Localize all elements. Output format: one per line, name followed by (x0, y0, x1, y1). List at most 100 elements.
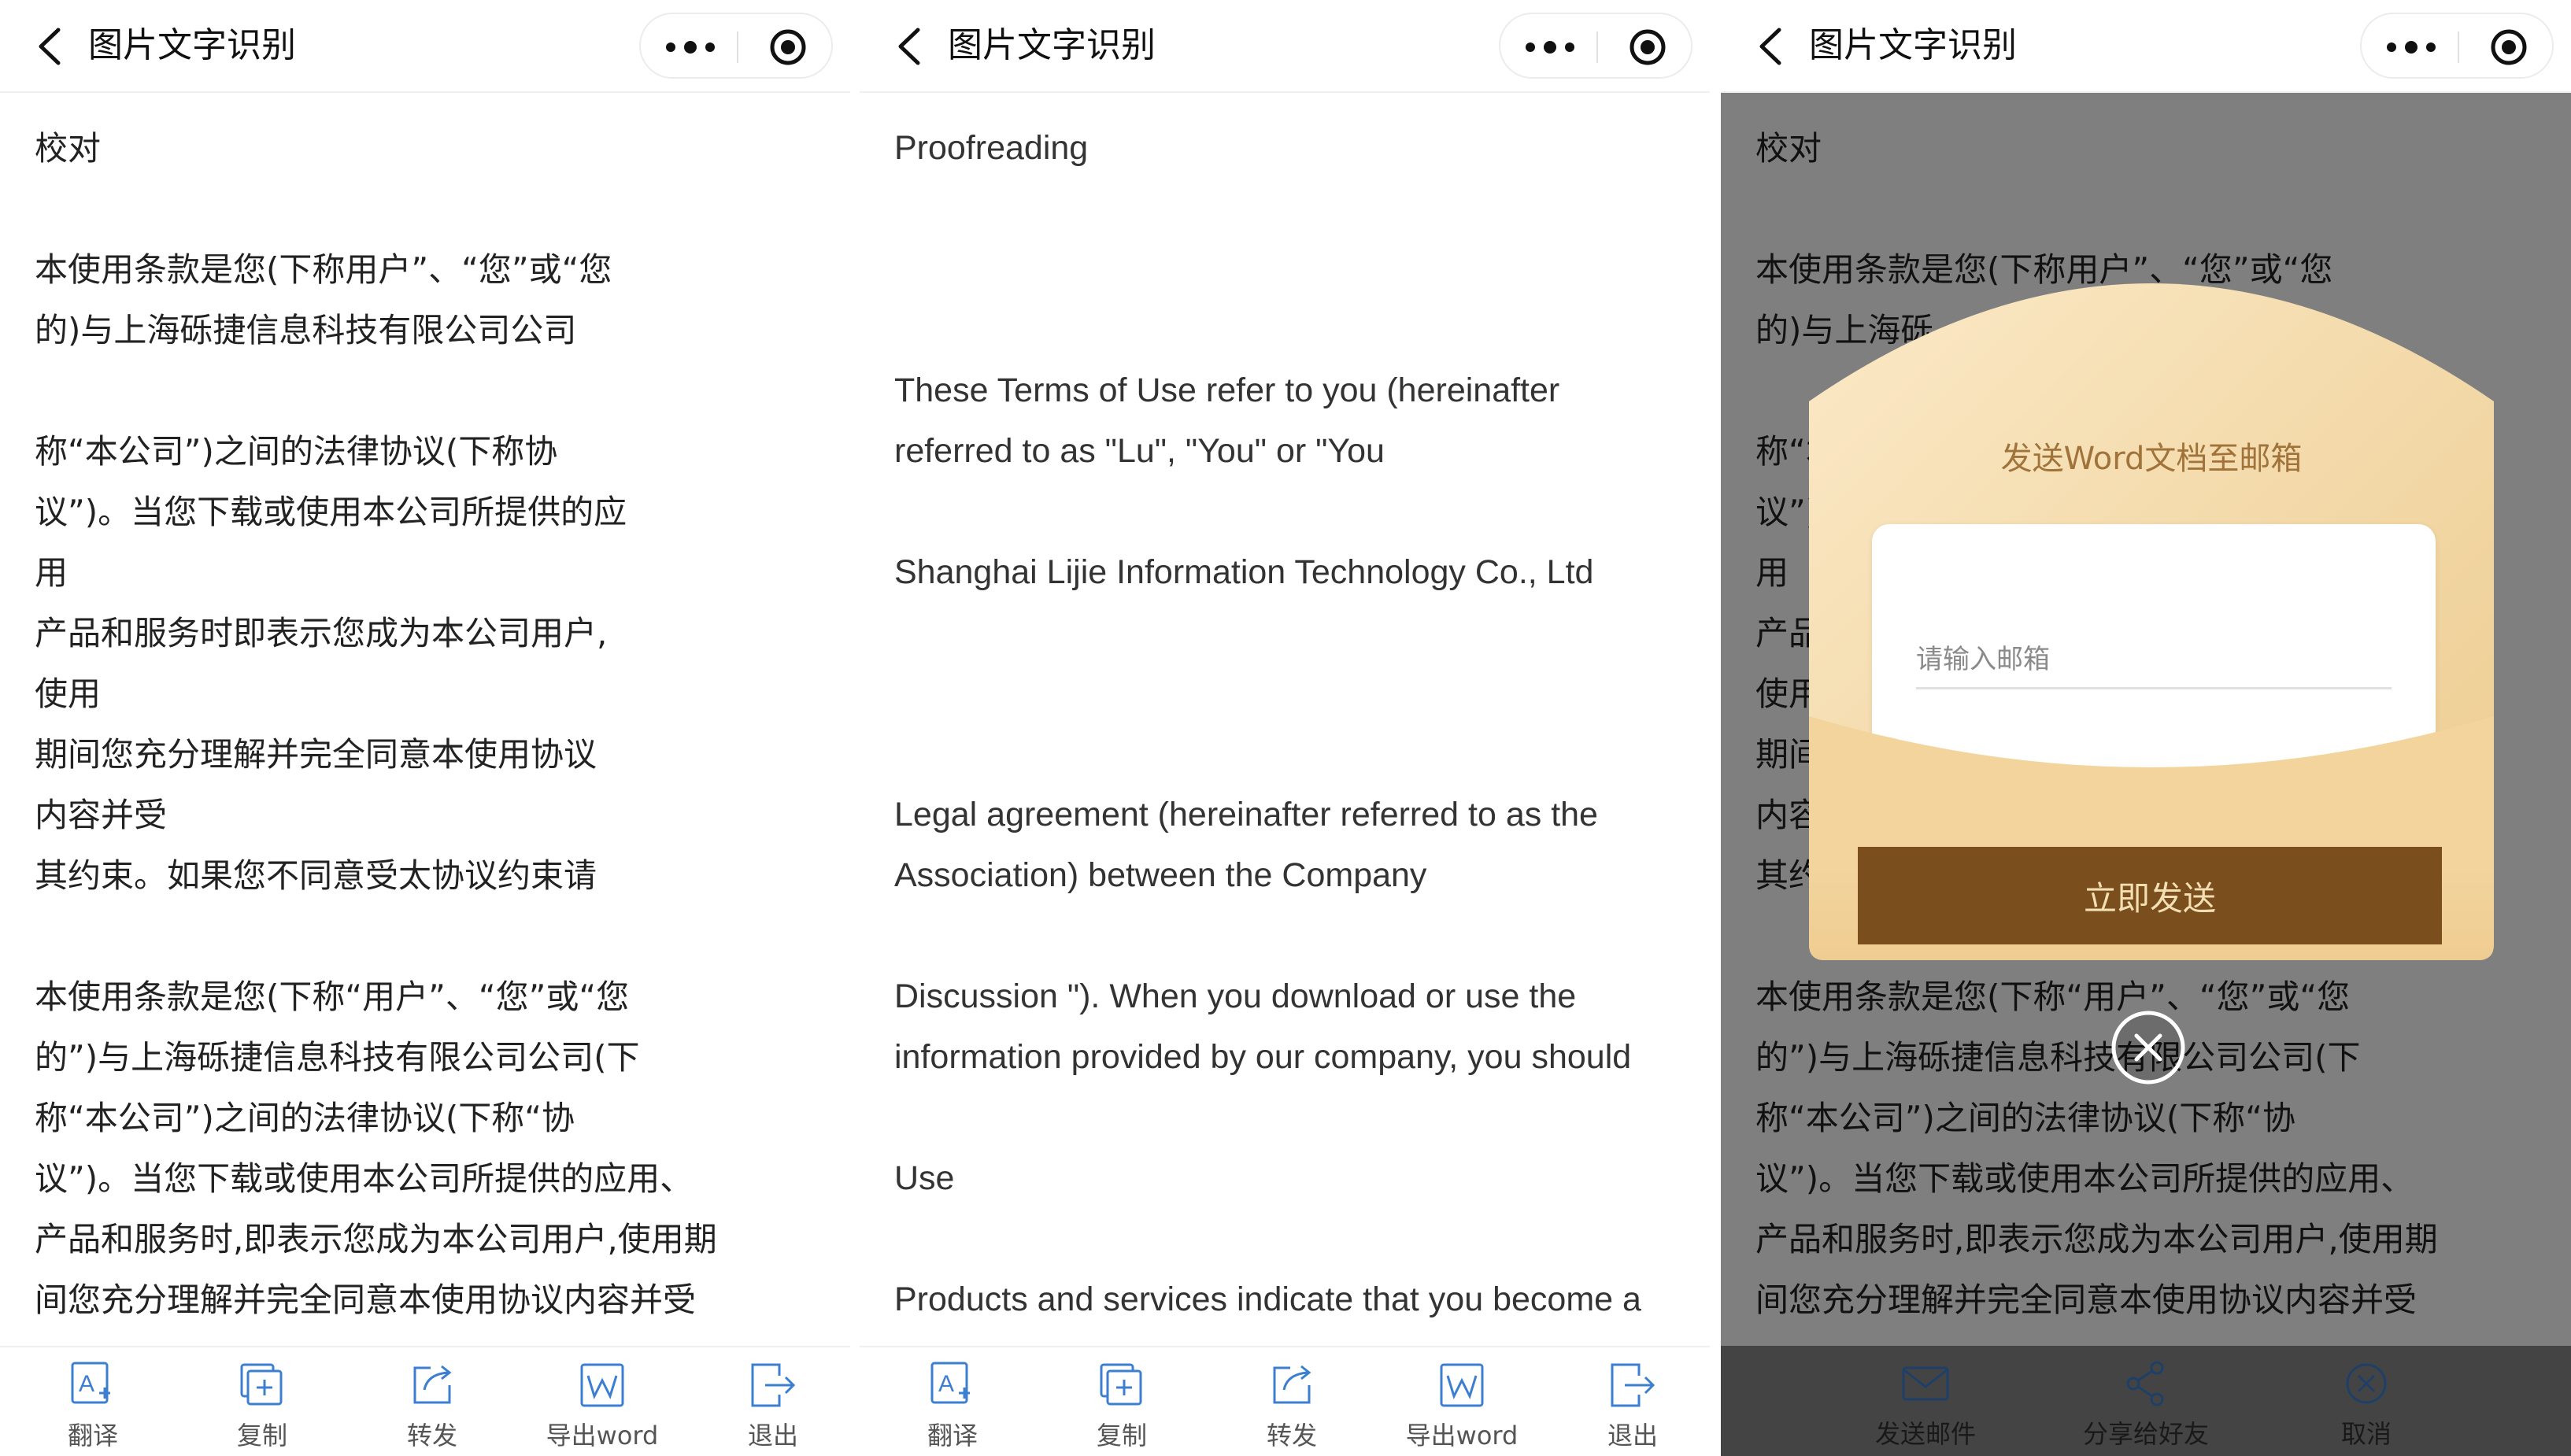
more-dots-icon[interactable] (1522, 35, 1578, 60)
copy-button[interactable]: 复制 (191, 1347, 333, 1456)
exit-button[interactable]: 退出 (1562, 1347, 1704, 1456)
text-line (894, 663, 1678, 724)
back-arrow-icon[interactable] (893, 27, 929, 66)
translate-label: 翻译 (67, 1421, 118, 1450)
text-line: These Terms of Use refer to you (hereina… (894, 371, 1560, 409)
text-line: 的)与上海砾捷信息科技有限公司公司 (35, 311, 577, 349)
bottom-toolbar: A 翻译 复制 转发 导出word 退出 (0, 1346, 850, 1456)
export-word-label: 导出word (546, 1421, 659, 1450)
translate-label: 翻译 (927, 1421, 978, 1450)
more-dots-icon[interactable] (663, 35, 718, 60)
copy-icon (240, 1363, 283, 1406)
translated-text: Proofreading These Terms of Use refer to… (894, 118, 1678, 1330)
text-line: 本使用条款是您(下称用户”、“您”或“您 (35, 250, 612, 289)
text-line: 期间您充分理解并完全同意本使用协议 (35, 735, 597, 774)
capsule-divider (1596, 31, 1598, 63)
copy-label: 复制 (236, 1421, 287, 1450)
exit-label: 退出 (1607, 1421, 1658, 1450)
text-line: 校对 (35, 129, 102, 168)
exit-icon (1611, 1363, 1655, 1407)
forward-label: 转发 (1266, 1421, 1317, 1450)
text-line (35, 179, 819, 239)
word-icon (1440, 1363, 1484, 1407)
more-dots-icon[interactable] (2384, 35, 2439, 60)
text-line (894, 482, 1678, 542)
dialog-title: 发送Word文档至邮箱 (2000, 441, 2303, 477)
close-miniprogram-icon[interactable] (768, 28, 808, 67)
text-line (894, 724, 1678, 785)
close-miniprogram-icon[interactable] (2489, 28, 2528, 67)
exit-icon (751, 1363, 796, 1407)
mini-program-capsule (1499, 13, 1692, 79)
translate-button[interactable]: A 翻译 (22, 1347, 164, 1456)
text-line: Association) between the Company (894, 856, 1427, 894)
forward-icon (413, 1365, 452, 1404)
bottom-toolbar: A 翻译 复制 转发 导出word 退出 (860, 1346, 1710, 1456)
text-line: 称“本公司”)之间的法律协议(下称“协 (35, 1099, 575, 1137)
export-word-button[interactable]: 导出word (1391, 1347, 1533, 1456)
ocr-result-panel-chinese: 图片文字识别 校对 本使用条款是您(下称用户”、“您”或“您 的)与上海砾捷信息… (0, 0, 850, 1456)
text-line (35, 360, 819, 421)
copy-button[interactable]: 复制 (1051, 1347, 1193, 1456)
translate-icon: A (930, 1362, 970, 1404)
export-word-label: 导出word (1405, 1421, 1519, 1450)
back-arrow-icon[interactable] (1754, 27, 1790, 66)
close-miniprogram-icon[interactable] (1628, 28, 1667, 67)
close-dialog-icon[interactable] (2110, 1009, 2187, 1086)
forward-button[interactable]: 转发 (361, 1347, 503, 1456)
copy-label: 复制 (1096, 1421, 1147, 1450)
text-line (894, 239, 1678, 300)
forward-icon (1273, 1365, 1311, 1404)
mini-program-capsule (639, 13, 833, 79)
send-now-button[interactable]: 立即发送 (1858, 847, 2442, 944)
navigation-bar: 图片文字识别 (1721, 0, 2571, 93)
text-line: 用 (35, 553, 68, 592)
navigation-bar: 图片文字识别 (0, 0, 850, 93)
text-line (894, 179, 1678, 239)
text-line: 内容并受 (35, 796, 168, 834)
text-line (894, 300, 1678, 360)
export-word-button[interactable]: 导出word (531, 1347, 673, 1456)
text-line: Products and services indicate that you … (894, 1280, 1641, 1318)
text-line: 议”)。当您下载或使用本公司所提供的应用、 (35, 1159, 694, 1198)
text-line: 本使用条款是您(下称“用户”、“您”或“您 (35, 977, 630, 1016)
forward-button[interactable]: 转发 (1221, 1347, 1363, 1456)
translate-button[interactable]: A 翻译 (882, 1347, 1023, 1456)
text-line: referred to as "Lu", "You" or "You (894, 432, 1385, 470)
recognized-text: 校对 本使用条款是您(下称用户”、“您”或“您 的)与上海砾捷信息科技有限公司公… (35, 118, 819, 1330)
text-line: Discussion "). When you download or use … (894, 977, 1577, 1015)
text-line: 产品和服务时即表示您成为本公司用户, (35, 614, 608, 652)
text-line (894, 603, 1678, 663)
text-line: Use (894, 1159, 955, 1197)
translate-icon: A (71, 1362, 110, 1404)
text-line: information provided by our company, you… (894, 1038, 1632, 1076)
text-line (894, 1088, 1678, 1148)
svg-text:A: A (938, 1371, 954, 1397)
exit-label: 退出 (747, 1421, 798, 1450)
text-line (894, 1209, 1678, 1269)
text-line: 使用 (35, 674, 102, 713)
navigation-bar: 图片文字识别 (860, 0, 1710, 93)
back-arrow-icon[interactable] (33, 27, 69, 66)
capsule-divider (737, 31, 738, 63)
text-line: 称“本公司”)之间的法律协议(下称协 (35, 432, 558, 471)
ocr-result-panel-english: 图片文字识别 Proofreading These Terms of Use r… (860, 0, 1710, 1456)
page-title: 图片文字识别 (948, 25, 1156, 65)
text-line: 议”)。当您下载或使用本公司所提供的应 (35, 493, 627, 531)
email-input[interactable] (1916, 631, 2392, 689)
word-icon (580, 1363, 624, 1407)
exit-button[interactable]: 退出 (702, 1347, 844, 1456)
copy-icon (1100, 1363, 1142, 1406)
text-line: Legal agreement (hereinafter referred to… (894, 796, 1598, 833)
text-line: Shanghai Lijie Information Technology Co… (894, 553, 1594, 591)
text-line: 间您充分理解并完全同意本使用协议内容并受 (35, 1280, 697, 1319)
text-line: 的”)与上海砾捷信息科技有限公司公司(下 (35, 1038, 640, 1077)
svg-text:A: A (79, 1371, 94, 1397)
mini-program-capsule (2360, 13, 2554, 79)
forward-label: 转发 (406, 1421, 457, 1450)
text-line: 产品和服务时,即表示您成为本公司用户,使用期 (35, 1220, 717, 1258)
page-title: 图片文字识别 (1809, 25, 2017, 65)
page-title: 图片文字识别 (88, 25, 296, 65)
text-line: 其约束。如果您不同意受太协议约束请 (35, 856, 597, 895)
text-line: Proofreading (894, 129, 1089, 167)
